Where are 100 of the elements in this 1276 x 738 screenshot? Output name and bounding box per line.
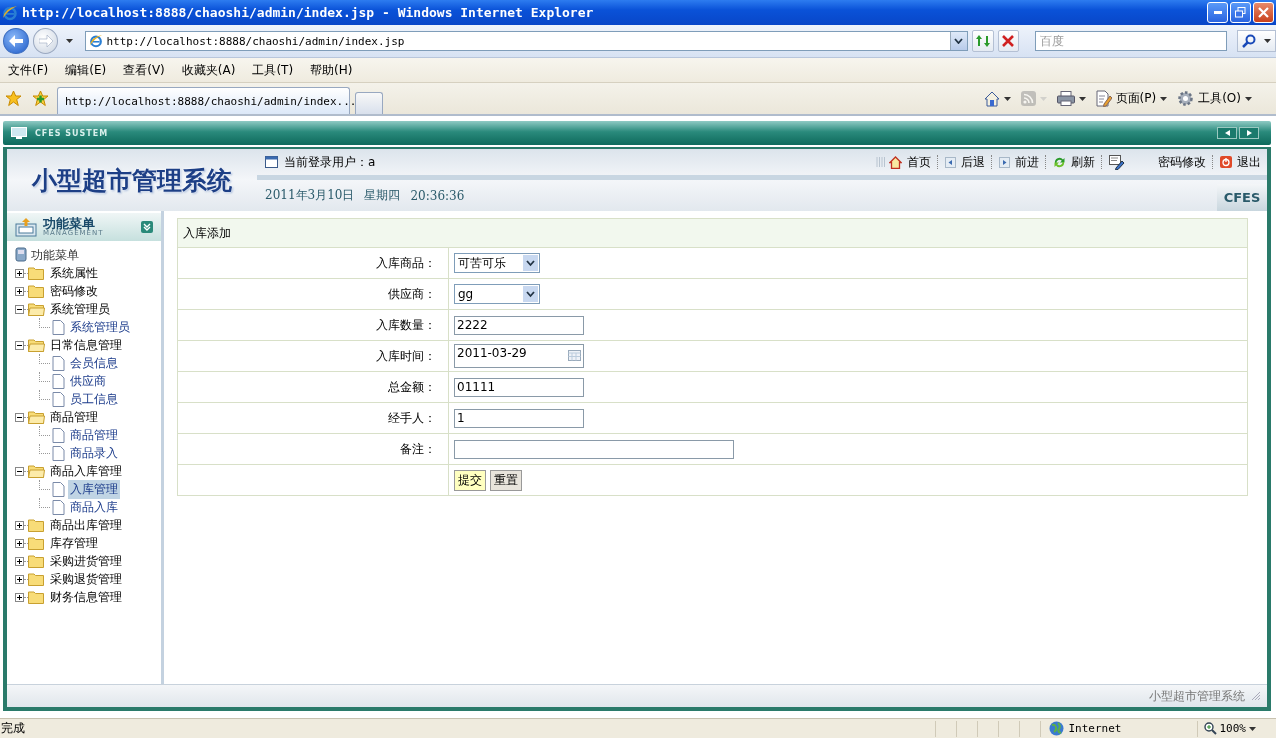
right-triangle-icon — [1246, 130, 1252, 136]
page-icon — [52, 499, 65, 515]
menu-item[interactable]: 编辑(E) — [65, 61, 107, 79]
address-field[interactable]: http://localhost:8888/chaoshi/admin/index.jsp — [85, 31, 968, 51]
left-triangle-icon — [1224, 130, 1230, 136]
menu-item[interactable]: 文件(F) — [8, 61, 49, 79]
reset-button[interactable]: 重置 — [490, 469, 522, 491]
submit-button[interactable]: 提交 — [454, 469, 486, 491]
tree-item[interactable]: 员工信息 — [68, 389, 120, 409]
tree-item[interactable]: 库存管理 — [48, 533, 100, 553]
caret-icon — [1003, 96, 1011, 101]
collapse-icon[interactable] — [15, 412, 24, 422]
scroll-right-button[interactable] — [1239, 127, 1259, 139]
text-field[interactable]: 2222 — [454, 315, 584, 335]
forward-link[interactable]: 前进 — [999, 153, 1039, 171]
caret-icon — [1264, 39, 1271, 43]
tree-item[interactable]: 系统属性 — [48, 263, 100, 283]
tree-item[interactable]: 采购退货管理 — [48, 569, 124, 589]
cross-icon — [1002, 35, 1015, 47]
add-favorite-button[interactable] — [32, 90, 49, 107]
expand-icon[interactable] — [15, 268, 24, 278]
expand-icon[interactable] — [15, 574, 24, 584]
zoom-button[interactable]: 100% — [1196, 720, 1262, 737]
collapse-icon[interactable] — [15, 466, 24, 476]
right-arrow-icon — [38, 35, 53, 47]
menu-item[interactable]: 帮助(H) — [310, 61, 353, 79]
tree-item[interactable]: 采购进货管理 — [48, 551, 124, 571]
text-field[interactable]: 01111 — [454, 377, 584, 397]
expand-icon[interactable] — [15, 286, 24, 296]
weekday-text: 星期四 — [364, 187, 401, 204]
tools-button[interactable]: 工具(O) — [1175, 90, 1254, 107]
tree-item[interactable]: 系统管理员 — [48, 299, 112, 319]
tree-item[interactable]: 入库管理 — [68, 479, 120, 499]
refresh-link[interactable]: 刷新 — [1053, 153, 1095, 171]
search-field[interactable]: 百度 — [1035, 31, 1227, 51]
field-label: 经手人： — [177, 402, 449, 434]
tree-item[interactable]: 财务信息管理 — [48, 587, 124, 607]
field-label: 入库时间： — [177, 340, 449, 372]
tree-root: 功能菜单 — [31, 246, 79, 264]
collapse-icon[interactable] — [15, 340, 24, 350]
back-button[interactable] — [3, 28, 29, 54]
open-folder-icon — [28, 410, 45, 424]
back-link[interactable]: 后退 — [945, 153, 985, 171]
expand-icon[interactable] — [15, 556, 24, 566]
print-button[interactable] — [1054, 90, 1088, 107]
page-button[interactable]: 页面(P) — [1093, 90, 1170, 107]
tree-item[interactable]: 日常信息管理 — [48, 335, 124, 355]
collapse-icon[interactable] — [15, 304, 24, 314]
date-field[interactable]: 2011-03-29 — [454, 344, 584, 368]
dropdown-button[interactable] — [949, 32, 967, 50]
expand-icon[interactable] — [15, 592, 24, 602]
menu-item[interactable]: 查看(V) — [123, 61, 165, 79]
stop-button[interactable] — [997, 30, 1020, 52]
tree-item[interactable]: 供应商 — [68, 371, 108, 391]
box-icon — [15, 217, 37, 237]
password-link[interactable]: 密码修改 — [1109, 153, 1206, 171]
arrows-icon — [974, 34, 991, 48]
monitor-icon — [11, 127, 27, 139]
minimize-button[interactable] — [1207, 2, 1228, 23]
refresh-button[interactable] — [971, 30, 994, 52]
menu-item[interactable]: 工具(T) — [252, 61, 294, 79]
app-title: 小型超市管理系统 — [30, 164, 233, 197]
tree-item[interactable]: 会员信息 — [68, 353, 120, 373]
logout-link[interactable]: 退出 — [1220, 153, 1261, 171]
grip-icon — [876, 157, 886, 167]
feed-icon — [1020, 91, 1036, 106]
menu-item[interactable]: 收藏夹(A) — [181, 61, 236, 79]
window-icon — [265, 156, 278, 168]
restore-button[interactable] — [1230, 2, 1251, 23]
left-arrow-icon — [8, 35, 23, 47]
tree-item[interactable]: 商品管理 — [48, 407, 100, 427]
dropdown[interactable]: 可苦可乐 — [454, 253, 540, 273]
dropdown[interactable]: gg — [454, 284, 540, 304]
status-text: 完成 — [0, 720, 26, 737]
home-link[interactable]: 首页 — [889, 153, 931, 171]
text-field[interactable] — [454, 439, 734, 459]
close-button[interactable] — [1253, 2, 1274, 23]
globe-icon — [1048, 721, 1064, 736]
text-field[interactable]: 1 — [454, 408, 584, 428]
caret-icon — [1245, 96, 1252, 101]
resize-grip-icon — [1251, 691, 1261, 701]
expand-icon[interactable] — [15, 520, 24, 530]
tree-item[interactable]: 商品入库管理 — [48, 461, 124, 481]
folder-icon — [28, 518, 45, 532]
tree-item[interactable]: 商品管理 — [68, 425, 120, 445]
field-label: 供应商： — [177, 278, 449, 310]
folder-icon — [28, 590, 45, 604]
tree-item[interactable]: 商品入库 — [68, 497, 120, 517]
field-label: 入库数量： — [177, 309, 449, 341]
page-icon — [52, 445, 65, 461]
tree-item[interactable]: 系统管理员 — [68, 317, 132, 337]
minimize-icon — [1213, 11, 1222, 14]
tree-item[interactable]: 商品出库管理 — [48, 515, 124, 535]
tree-item[interactable]: 密码修改 — [48, 281, 100, 301]
page-icon — [52, 481, 65, 497]
expand-icon[interactable] — [15, 538, 24, 548]
chevron-icon — [954, 38, 964, 44]
tree-item[interactable]: 商品录入 — [68, 443, 120, 463]
zone-text: Internet — [1068, 722, 1122, 735]
scroll-left-button[interactable] — [1217, 127, 1237, 139]
